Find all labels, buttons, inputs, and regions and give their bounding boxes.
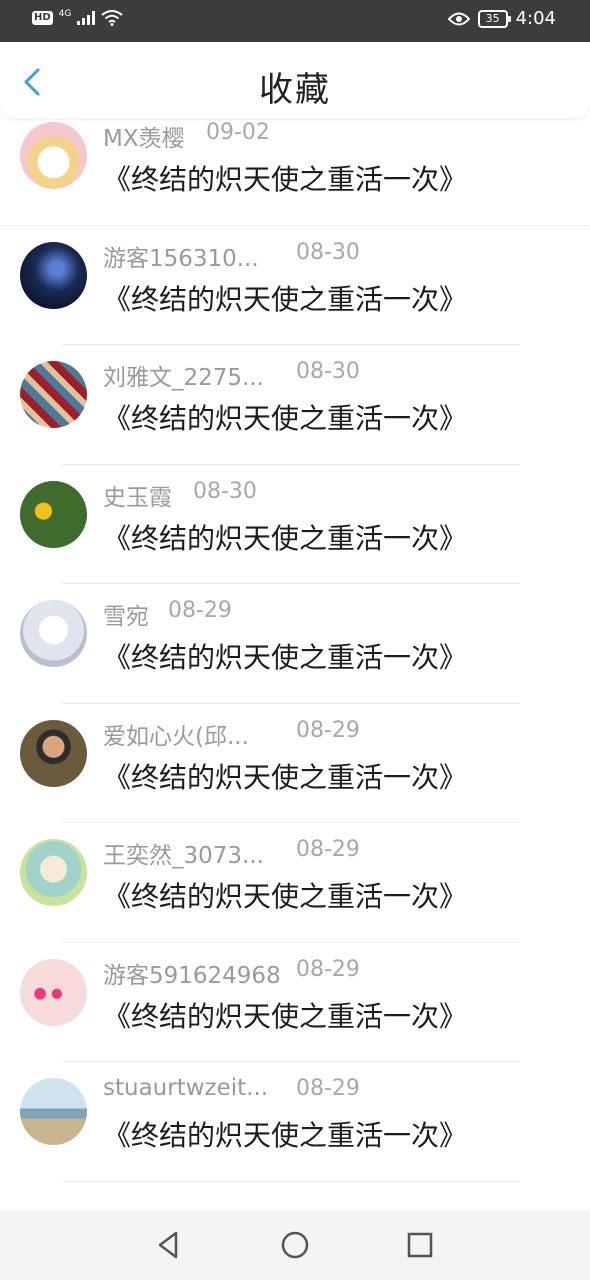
item-date: 08-29 (168, 598, 232, 623)
status-bar: HD 4G 35 4:04 (0, 0, 590, 42)
user-name: 王奕然_3073... (103, 843, 264, 869)
book-title[interactable]: 《终结的炽天使之重活一次》 (103, 397, 467, 437)
book-title[interactable]: 《终结的炽天使之重活一次》 (103, 756, 467, 796)
book-title[interactable]: 《终结的炽天使之重活一次》 (103, 875, 467, 915)
network-type: 4G (58, 9, 72, 19)
hd-badge: HD (32, 11, 53, 25)
user-name: 刘雅文_2275... (103, 365, 264, 391)
list-item[interactable]: stuaurtwzeit... 08-29 《终结的炽天使之重活一次》 (0, 1062, 590, 1182)
list-item[interactable]: 游客591624968 08-29 《终结的炽天使之重活一次》 (0, 943, 590, 1062)
book-title[interactable]: 《终结的炽天使之重活一次》 (103, 636, 467, 676)
battery-level: 35 (485, 11, 500, 25)
item-date: 08-29 (296, 1076, 360, 1101)
item-date: 08-29 (296, 956, 360, 982)
avatar[interactable] (20, 600, 87, 667)
list-item[interactable]: 刘雅文_2275... 08-30 《终结的炽天使之重活一次》 (0, 345, 590, 465)
avatar[interactable] (20, 839, 87, 906)
clock: 4:04 (515, 8, 556, 29)
book-title[interactable]: 《终结的炽天使之重活一次》 (103, 278, 467, 318)
avatar[interactable] (20, 361, 87, 428)
item-date: 08-30 (296, 239, 360, 265)
item-date: 08-30 (193, 478, 257, 504)
status-right: 35 4:04 (447, 8, 556, 29)
wifi-icon (101, 10, 123, 26)
system-nav-bar (0, 1210, 590, 1280)
book-title[interactable]: 《终结的炽天使之重活一次》 (103, 517, 467, 557)
avatar[interactable] (20, 958, 87, 1026)
divider (62, 1180, 520, 1182)
book-title[interactable]: 《终结的炽天使之重活一次》 (103, 158, 467, 198)
item-date: 08-30 (296, 359, 360, 384)
status-left: HD 4G (32, 9, 123, 26)
user-name: 游客591624968 (103, 962, 281, 989)
avatar[interactable] (20, 480, 87, 548)
avatar[interactable] (20, 241, 87, 309)
list-item[interactable]: 史玉霞 08-30 《终结的炽天使之重活一次》 (0, 465, 590, 584)
avatar[interactable] (20, 1078, 87, 1145)
user-name: 游客156310... (103, 245, 259, 272)
favorites-list: MX羡樱 09-02 《终结的炽天使之重活一次》 游客156310... 08-… (0, 118, 590, 1194)
avatar[interactable] (20, 122, 87, 189)
book-title[interactable]: 《终结的炽天使之重活一次》 (103, 1114, 467, 1154)
nav-back-icon[interactable] (152, 1228, 186, 1262)
list-item[interactable]: MX羡樱 09-02 《终结的炽天使之重活一次》 (0, 106, 590, 226)
signal-icon (77, 11, 96, 25)
list-item[interactable]: 雪宛 08-29 《终结的炽天使之重活一次》 (0, 584, 590, 704)
page-title: 收藏 (259, 70, 331, 110)
user-name: 爱如心火(邱... (103, 723, 249, 750)
book-title[interactable]: 《终结的炽天使之重活一次》 (103, 995, 467, 1035)
list-item[interactable]: 游客156310... 08-30 《终结的炽天使之重活一次》 (0, 226, 590, 345)
item-date: 08-29 (296, 837, 360, 862)
user-name: stuaurtwzeit... (103, 1075, 269, 1101)
item-date: 08-29 (296, 717, 360, 743)
battery-icon: 35 (477, 9, 511, 28)
eye-icon (447, 12, 470, 25)
item-date: 09-02 (206, 120, 270, 145)
nav-home-icon[interactable] (278, 1228, 312, 1262)
list-item[interactable]: 王奕然_3073... 08-29 《终结的炽天使之重活一次》 (0, 823, 590, 943)
avatar[interactable] (20, 719, 87, 787)
nav-recents-icon[interactable] (403, 1228, 437, 1262)
list-item[interactable]: 爱如心火(邱... 08-29 《终结的炽天使之重活一次》 (0, 704, 590, 823)
